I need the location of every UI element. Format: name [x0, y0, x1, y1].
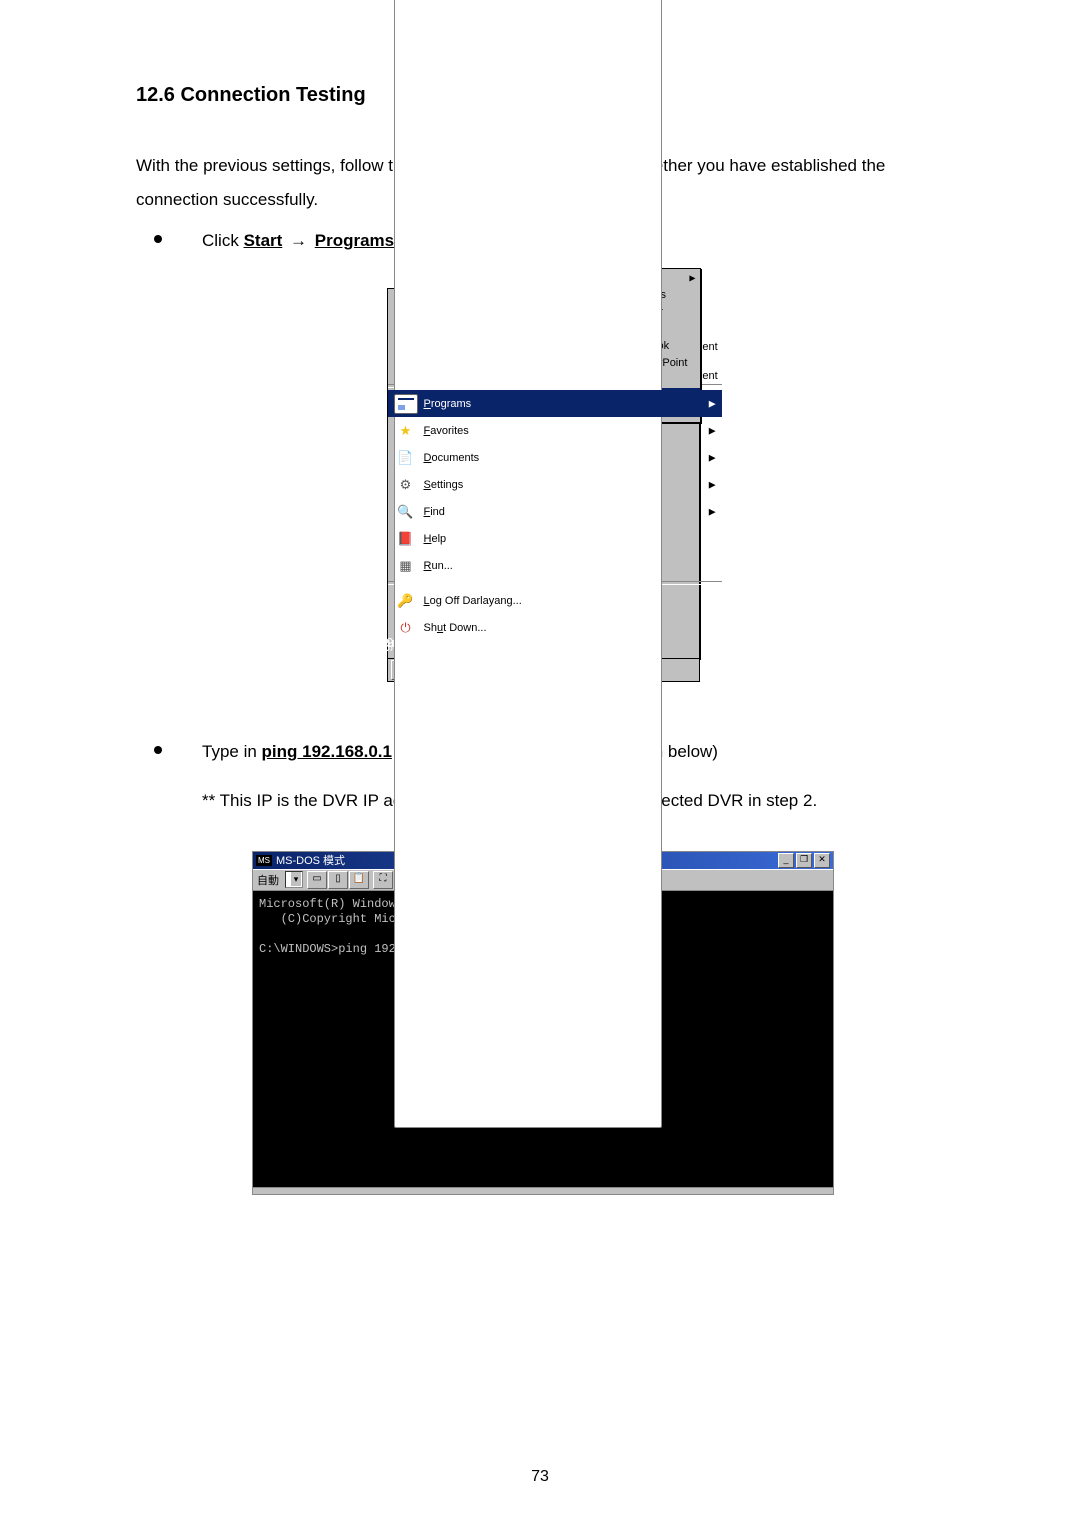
menu-label: Documents: [424, 452, 480, 464]
menu-label: Run...: [424, 560, 453, 572]
page-number: 73: [0, 1468, 1080, 1486]
minimize-button[interactable]: _: [778, 853, 794, 868]
msdos-title-icon: MS: [256, 855, 272, 866]
toolbar-btn[interactable]: ▭: [307, 871, 327, 889]
bullet1-start: Start: [244, 231, 283, 250]
bullet1-programs: Programs: [315, 231, 394, 250]
menu-label: Settings: [424, 479, 464, 491]
menu-label: Programs: [424, 398, 472, 410]
help-icon: 📕: [394, 529, 418, 549]
favorites-icon: ★: [394, 421, 418, 441]
dos-statusbar: [253, 1187, 833, 1194]
bullet1-prefix: Click: [202, 231, 244, 250]
toolbar-btn[interactable]: ▯: [328, 871, 348, 889]
submenu-arrow-icon: ▶: [709, 425, 716, 436]
run-icon: ▦: [394, 556, 418, 576]
shutdown-icon: ⏻: [394, 618, 418, 638]
start-menu: Windows98 🌐 Windows Update ▤ New Office …: [387, 288, 700, 659]
settings-icon: ⚙: [394, 475, 418, 495]
close-button[interactable]: ✕: [814, 853, 830, 868]
toolbar-btn[interactable]: ⛶: [373, 871, 393, 889]
submenu-arrow-icon: ▶: [709, 452, 716, 463]
menu-help[interactable]: 📕 Help: [388, 525, 722, 552]
find-icon: 🔍: [394, 502, 418, 522]
maximize-button[interactable]: ❐: [796, 853, 812, 868]
submenu-arrow-icon: ▶: [709, 398, 716, 409]
menu-find[interactable]: 🔍 Find ▶: [388, 498, 722, 525]
programs-icon: [394, 394, 418, 414]
bullet-dot-icon: [154, 235, 162, 243]
toolbar-btn[interactable]: 📋: [349, 871, 369, 889]
logoff-icon: 🔑: [394, 591, 418, 611]
menu-label: Shut Down...: [424, 622, 487, 634]
menu-logoff[interactable]: 🔑 Log Off Darlayang...: [388, 587, 722, 614]
documents-icon: 📄: [394, 448, 418, 468]
menu-label: Log Off Darlayang...: [424, 595, 522, 607]
submenu-arrow-icon: ▶: [689, 273, 695, 282]
figure-start-menu: 📁 Accessories ▶ 🔑 Microsoft Access 📎 Mic…: [387, 288, 700, 682]
menu-programs[interactable]: Programs ▶: [388, 390, 722, 417]
menu-label: Find: [424, 506, 445, 518]
bullet2-command: ping 192.168.0.1: [262, 742, 392, 761]
menu-run[interactable]: ▦ Run...: [388, 552, 722, 579]
menu-label: Favorites: [424, 425, 469, 437]
submenu-arrow-icon: ▶: [709, 506, 716, 517]
bullet2-prefix: Type in: [202, 742, 262, 761]
menu-documents[interactable]: 📄 Documents ▶: [388, 444, 722, 471]
menu-label: Help: [424, 533, 447, 545]
bullet-dot-icon: [154, 746, 162, 754]
menu-shutdown[interactable]: ⏻ Shut Down...: [388, 614, 722, 641]
menu-settings[interactable]: ⚙ Settings ▶: [388, 471, 722, 498]
menu-favorites[interactable]: ★ Favorites ▶: [388, 417, 722, 444]
arrow-icon: →: [287, 231, 310, 250]
toolbar-label: 自動: [257, 872, 279, 888]
submenu-arrow-icon: ▶: [709, 479, 716, 490]
font-size-combo[interactable]: [285, 871, 303, 888]
